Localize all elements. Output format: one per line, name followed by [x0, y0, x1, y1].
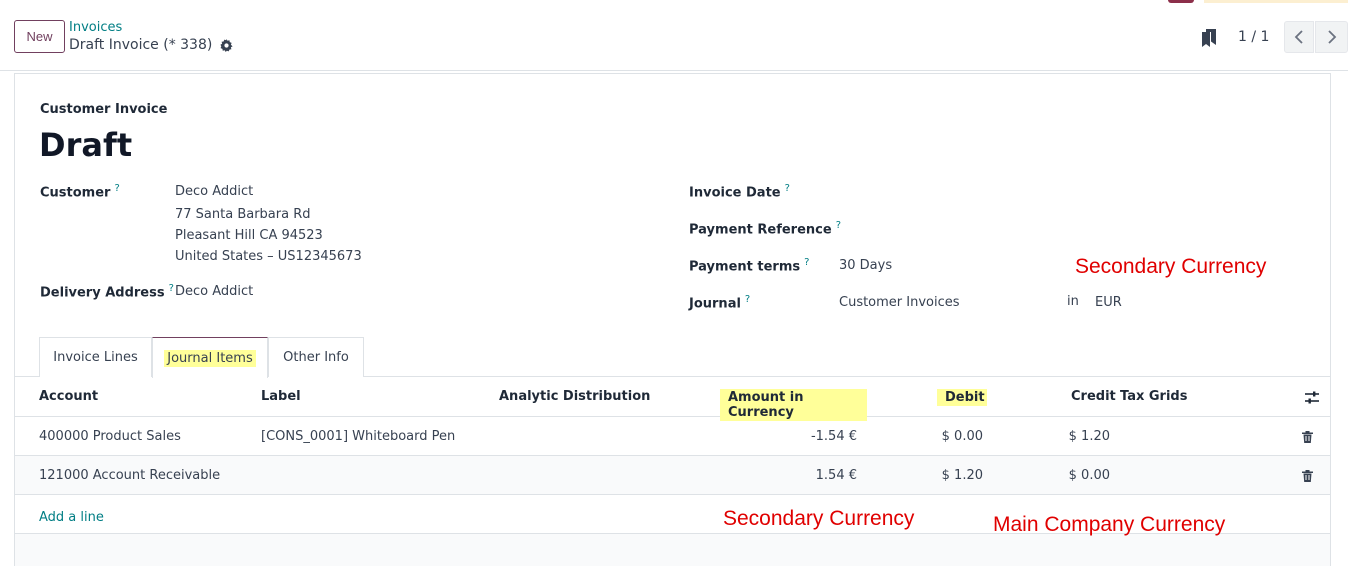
notebook-tabs: Invoice Lines Journal Items Other Info — [15, 337, 1330, 378]
tab-journal-items-label: Journal Items — [164, 349, 256, 367]
table-row[interactable]: 121000 Account Receivable 1.54 € $ 1.20 … — [15, 456, 1330, 495]
column-debit[interactable]: Debit — [937, 389, 987, 406]
new-button[interactable]: New — [14, 20, 65, 53]
cell-credit: $ 0.00 — [1068, 468, 1110, 483]
annotation-secondary-currency-top: Secondary Currency — [1075, 255, 1267, 278]
table-row[interactable]: 400000 Product Sales [CONS_0001] Whitebo… — [15, 417, 1330, 456]
column-label[interactable]: Label — [261, 389, 301, 404]
table-footer — [15, 534, 1330, 566]
pager-next-button[interactable] — [1315, 21, 1348, 53]
delivery-address-value[interactable]: Deco Addict — [175, 284, 253, 299]
cell-credit: $ 1.20 — [1068, 429, 1110, 444]
currency-value[interactable]: EUR — [1095, 295, 1122, 310]
top-nav-remnant — [1168, 0, 1348, 3]
bookmarks-icon[interactable] — [1202, 29, 1217, 47]
journal-label: Journal? — [689, 294, 751, 312]
notice-edge — [1204, 0, 1348, 3]
invoice-date-label: Invoice Date? — [689, 183, 790, 201]
cell-amount-in-currency: 1.54 € — [815, 468, 857, 483]
cell-label: [CONS_0001] Whiteboard Pen — [261, 429, 456, 444]
cell-debit: $ 1.20 — [941, 468, 983, 483]
cell-amount-in-currency: -1.54 € — [810, 429, 857, 444]
breadcrumb-current: Draft Invoice (* 338) — [69, 37, 233, 53]
form-sheet: Customer Invoice Draft Customer? Deco Ad… — [14, 73, 1331, 566]
customer-country: United States – US12345673 — [175, 249, 362, 264]
chevron-right-icon — [1327, 30, 1336, 44]
chevron-left-icon — [1294, 30, 1303, 44]
trash-icon[interactable] — [1302, 470, 1313, 482]
optional-columns-icon[interactable] — [1305, 391, 1319, 404]
column-credit[interactable]: Credit — [1071, 389, 1116, 404]
help-tooltip-icon[interactable]: ? — [785, 183, 790, 194]
trash-icon[interactable] — [1302, 431, 1313, 443]
delivery-address-label: Delivery Address? — [40, 283, 174, 301]
table-header: Account Label Analytic Distribution Amou… — [15, 377, 1330, 421]
pager-value[interactable]: 1 / 1 — [1238, 29, 1269, 45]
record-name: Draft Invoice (* 338) — [69, 37, 213, 53]
tab-journal-items[interactable]: Journal Items — [152, 337, 268, 378]
document-type: Customer Invoice — [40, 102, 168, 117]
journal-value[interactable]: Customer Invoices — [839, 295, 960, 310]
customer-street: 77 Santa Barbara Rd — [175, 207, 311, 222]
cell-account: 400000 Product Sales — [39, 429, 181, 444]
pager-previous-button[interactable] — [1284, 21, 1314, 53]
tab-invoice-lines[interactable]: Invoice Lines — [39, 337, 152, 377]
column-tax-grids[interactable]: Tax Grids — [1120, 389, 1187, 404]
help-tooltip-icon[interactable]: ? — [114, 183, 119, 194]
gear-icon[interactable] — [220, 38, 233, 52]
avatar-edge — [1168, 0, 1194, 3]
help-tooltip-icon[interactable]: ? — [745, 294, 750, 305]
help-tooltip-icon[interactable]: ? — [169, 283, 174, 294]
customer-name[interactable]: Deco Addict — [175, 184, 253, 199]
invoice-status-title: Draft — [39, 126, 133, 164]
column-account[interactable]: Account — [39, 389, 98, 404]
column-analytic-distribution[interactable]: Analytic Distribution — [499, 389, 650, 404]
cell-debit: $ 0.00 — [941, 429, 983, 444]
cell-account: 121000 Account Receivable — [39, 468, 221, 483]
tab-other-info[interactable]: Other Info — [268, 337, 364, 377]
annotation-main-company-currency: Main Company Currency — [993, 513, 1226, 536]
customer-label: Customer? — [40, 183, 120, 201]
control-panel: New Invoices Draft Invoice (* 338) 1 / 1 — [0, 0, 1348, 71]
annotation-secondary-currency-bottom: Secondary Currency — [723, 507, 915, 530]
payment-terms-value[interactable]: 30 Days — [839, 258, 892, 273]
payment-reference-label: Payment Reference? — [689, 220, 842, 238]
breadcrumb-invoices[interactable]: Invoices — [69, 20, 122, 35]
payment-terms-label: Payment terms? — [689, 257, 810, 275]
help-tooltip-icon[interactable]: ? — [804, 257, 809, 268]
add-line-link[interactable]: Add a line — [39, 510, 104, 525]
help-tooltip-icon[interactable]: ? — [836, 220, 841, 231]
customer-city: Pleasant Hill CA 94523 — [175, 228, 323, 243]
journal-in-label: in — [1067, 294, 1079, 309]
